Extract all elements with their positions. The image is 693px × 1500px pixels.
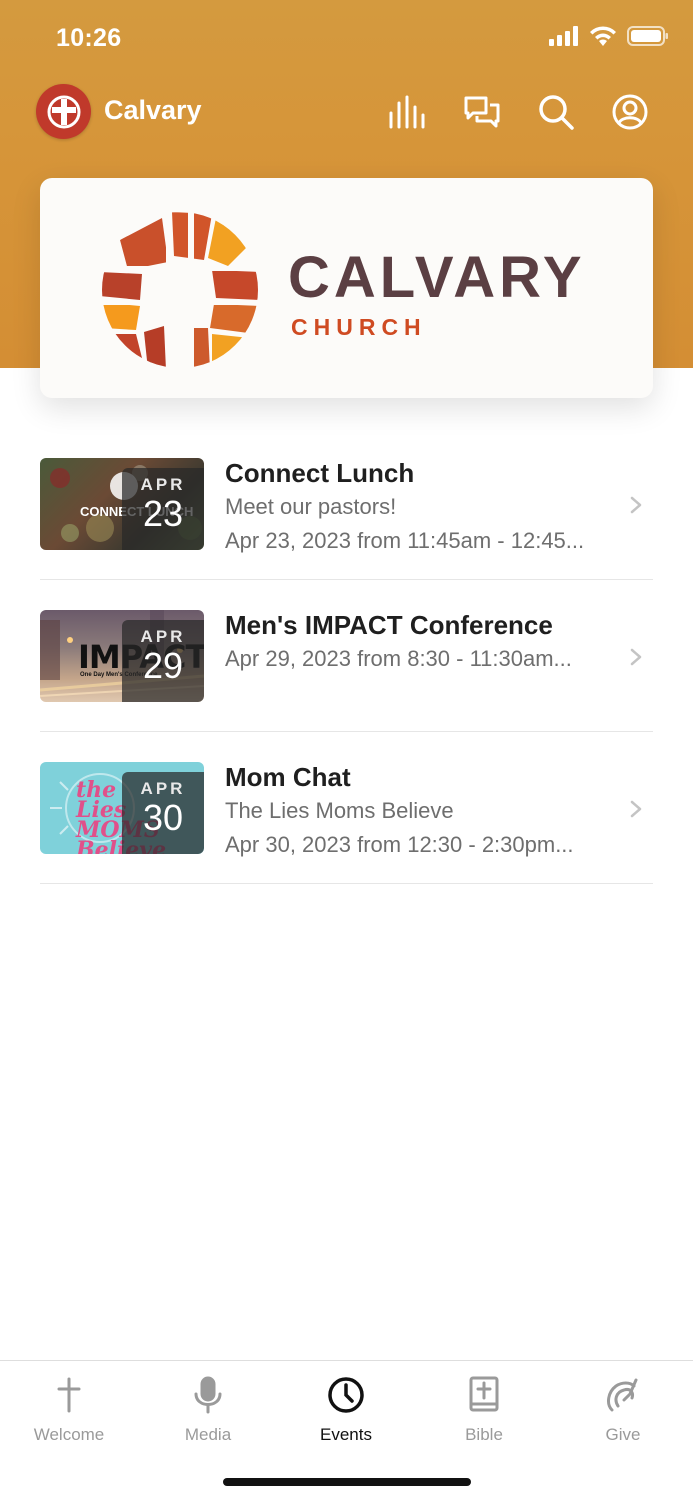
status-icons [549, 26, 669, 46]
calvary-logo-icon [47, 95, 80, 128]
thumb-date-badge: APR 23 [122, 468, 204, 550]
tab-label: Welcome [33, 1425, 105, 1444]
event-row-connect-lunch[interactable]: CONNECT LUNCH APR 23 Connect Lunch Meet … [40, 458, 653, 580]
event-subtitle: Meet our pastors! [225, 494, 397, 519]
event-thumbnail: CONNECT LUNCH APR 23 [40, 458, 204, 550]
chevron-right-icon [630, 800, 642, 818]
event-subtitle: The Lies Moms Believe [225, 798, 454, 823]
chat-icon[interactable] [462, 92, 502, 132]
calvary-church-logo-icon [100, 210, 260, 370]
thumb-date-badge: APR 30 [122, 772, 204, 854]
home-indicator [223, 1478, 471, 1486]
equalizer-icon[interactable] [388, 92, 428, 132]
give-icon [603, 1375, 643, 1415]
status-bar: 10:26 [0, 0, 693, 74]
event-date: Apr 30, 2023 from 12:30 - 2:30pm... [225, 832, 574, 857]
event-thumbnail: IMPACT One Day Men's Conference APR 29 [40, 610, 204, 702]
status-time: 10:26 [56, 24, 122, 52]
app-bar: Calvary [0, 74, 693, 148]
tab-give[interactable]: Give [554, 1375, 692, 1455]
thumb-day: 23 [142, 493, 184, 534]
profile-icon[interactable] [610, 92, 650, 132]
tab-media[interactable]: Media [139, 1375, 277, 1455]
event-row-mom-chat[interactable]: the Lies MOMS Believe APR 30 Mom Chat Th… [40, 762, 653, 884]
hero-subtitle: CHURCH [291, 314, 427, 340]
thumb-date-badge: APR 29 [122, 620, 204, 702]
hero-title: CALVARY [288, 245, 586, 310]
tab-label: Media [184, 1425, 232, 1444]
chevron-right-icon [630, 496, 642, 514]
event-date: Apr 23, 2023 from 11:45am - 12:45... [225, 528, 585, 553]
search-icon[interactable] [536, 92, 576, 132]
signal-icon [549, 26, 578, 46]
event-thumbnail: the Lies MOMS Believe APR 30 [40, 762, 204, 854]
hero-card[interactable]: CALVARY CHURCH [40, 178, 653, 398]
tab-label: Bible [465, 1425, 503, 1444]
brand-name[interactable]: Calvary [104, 95, 202, 126]
tab-label: Give [605, 1425, 641, 1444]
event-title: Men's IMPACT Conference [225, 610, 553, 640]
chevron-right-icon [630, 648, 642, 666]
tab-bible[interactable]: Bible [415, 1375, 553, 1455]
event-date: Apr 29, 2023 from 8:30 - 11:30am... [225, 646, 572, 671]
event-title: Mom Chat [225, 762, 351, 792]
microphone-icon [188, 1375, 228, 1415]
thumb-month: APR [140, 475, 186, 494]
event-row-mens-impact[interactable]: IMPACT One Day Men's Conference APR 29 M… [40, 610, 653, 732]
brand-logo[interactable] [36, 84, 91, 139]
event-title: Connect Lunch [225, 458, 415, 488]
battery-icon [627, 26, 668, 46]
tab-welcome[interactable]: Welcome [0, 1375, 138, 1455]
tab-label: Events [320, 1425, 372, 1444]
clock-icon [326, 1375, 366, 1415]
thumb-month: APR [140, 627, 186, 646]
tab-events[interactable]: Events [277, 1375, 415, 1455]
wifi-icon [590, 26, 616, 46]
thumb-day: 30 [142, 797, 184, 838]
cross-icon [49, 1375, 89, 1415]
thumb-month: APR [140, 779, 186, 798]
bible-icon [464, 1375, 504, 1415]
thumb-day: 29 [142, 645, 184, 686]
